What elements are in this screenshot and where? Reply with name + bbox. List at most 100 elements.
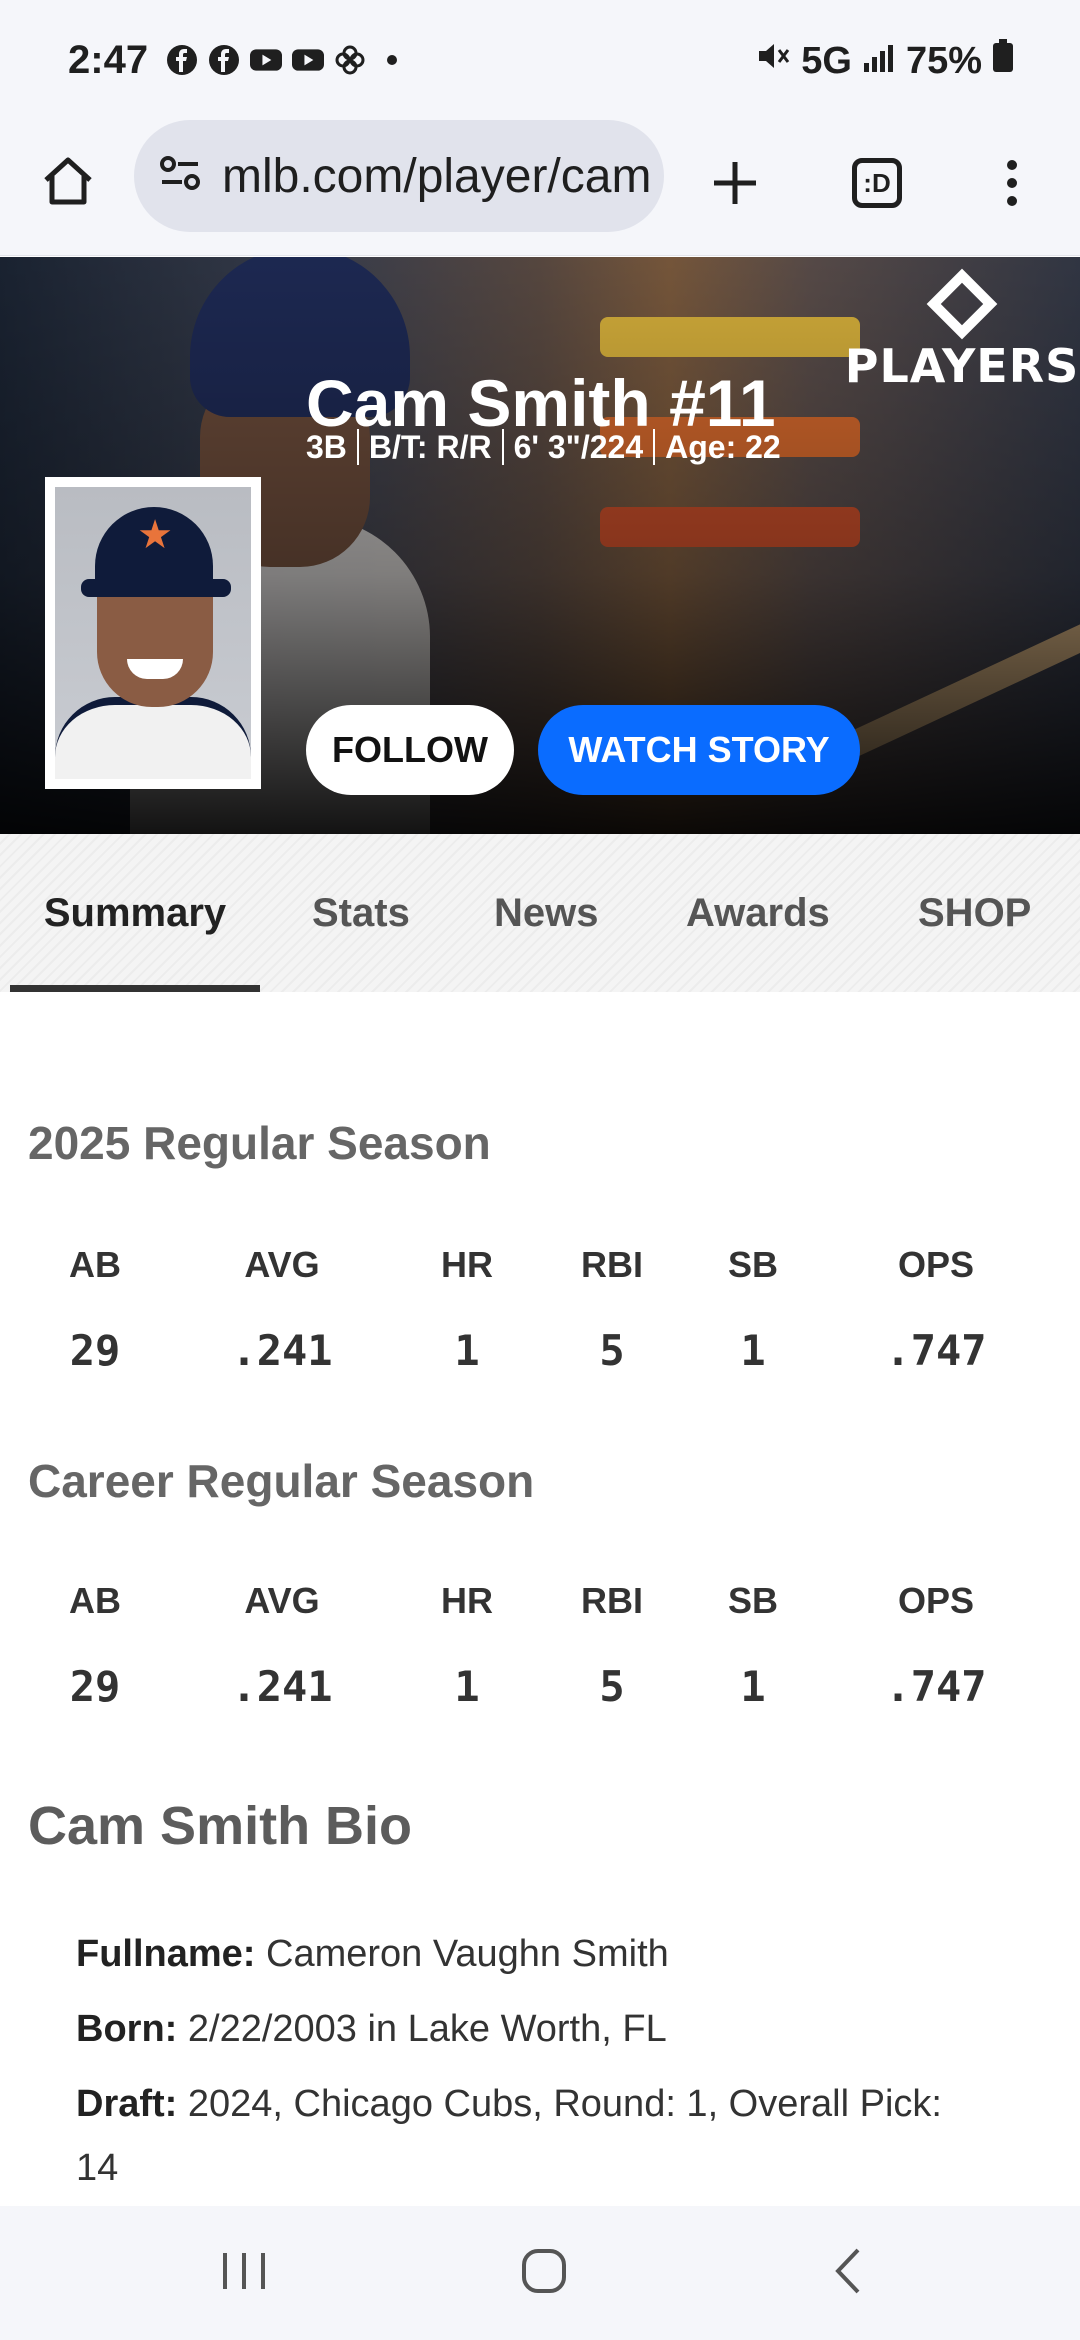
stat-value: 5 <box>599 1662 625 1711</box>
season-stats-table: AB AVG HR RBI SB OPS 29 .241 1 5 1 .747 <box>0 1244 1080 1386</box>
recent-apps-button[interactable] <box>204 2236 284 2306</box>
system-nav-bar <box>0 2206 1080 2340</box>
player-headshot: ★ <box>45 477 261 789</box>
tab-label: Stats <box>312 890 410 935</box>
signal-icon <box>862 40 896 83</box>
stat-value: 1 <box>454 1326 480 1375</box>
home-circle-icon <box>522 2249 566 2293</box>
season-stats-title: 2025 Regular Season <box>28 1117 491 1169</box>
stat-value: .747 <box>885 1326 987 1375</box>
more-vert-icon <box>1007 160 1017 206</box>
bio-label: Fullname: <box>76 1933 256 1975</box>
home-nav-button[interactable] <box>504 2236 584 2306</box>
site-settings-icon[interactable] <box>158 152 202 201</box>
tab-label: Summary <box>43 890 227 935</box>
bio-born: Born: 2/22/2003 in Lake Worth, FL <box>76 1997 976 2061</box>
battery-icon <box>992 39 1014 83</box>
col-header: AB <box>69 1580 121 1621</box>
bio-fullname: Fullname: Cameron Vaughn Smith <box>76 1922 976 1986</box>
plus-icon <box>714 162 756 204</box>
bio-title: Cam Smith Bio <box>28 1796 413 1856</box>
stat-value: 1 <box>454 1662 480 1711</box>
logo-text: PLAYERS <box>844 339 1080 393</box>
player-tabs: Summary Stats News Awards SHOP <box>0 834 1080 992</box>
youtube-icon <box>292 44 324 76</box>
watch-story-button[interactable]: WATCH STORY <box>538 705 860 795</box>
col-header: AB <box>69 1244 121 1285</box>
network-label: 5G <box>801 39 852 82</box>
stats-value-row: 29 .241 1 5 1 .747 <box>0 1326 1080 1386</box>
active-tab-indicator <box>10 985 260 992</box>
notification-icons <box>166 44 408 76</box>
star-icon: ★ <box>137 513 173 557</box>
age: Age: 22 <box>653 429 791 465</box>
player-meta: 3B B/T: R/R 6' 3"/224 Age: 22 <box>306 429 791 465</box>
stat-value: 29 <box>69 1326 121 1375</box>
player-hero: PLAYERS ★ Cam Smith #11 3B B/T: R/R 6' 3… <box>0 257 1080 834</box>
status-right: 5G 75% <box>755 38 1014 84</box>
diamond-icon <box>926 268 998 340</box>
facebook-icon <box>166 44 198 76</box>
mlb-players-logo: PLAYERS <box>845 265 1078 393</box>
col-header: HR <box>441 1244 493 1285</box>
height-weight: 6' 3"/224 <box>501 429 654 465</box>
col-header: SB <box>727 1580 779 1621</box>
tab-switcher-button[interactable]: :D <box>842 148 912 218</box>
follow-button[interactable]: FOLLOW <box>306 705 514 795</box>
tab-label: SHOP <box>918 890 1032 935</box>
tab-summary[interactable]: Summary <box>10 834 260 992</box>
url-text: mlb.com/player/cam <box>222 149 652 203</box>
mute-icon <box>755 38 791 84</box>
col-header: AVG <box>244 1244 320 1285</box>
pinwheel-icon <box>334 44 366 76</box>
youtube-icon <box>250 44 282 76</box>
battery-label: 75% <box>905 39 982 82</box>
tab-awards[interactable]: Awards <box>686 834 830 992</box>
facebook-icon <box>208 44 240 76</box>
browser-menu-button[interactable] <box>984 148 1040 218</box>
stat-value: .241 <box>231 1326 333 1375</box>
dot-icon <box>376 44 408 76</box>
stat-value: 1 <box>740 1326 766 1375</box>
tab-label: News <box>494 890 599 935</box>
stat-value: .747 <box>885 1662 987 1711</box>
stat-value: .241 <box>231 1662 333 1711</box>
career-stats-table: AB AVG HR RBI SB OPS 29 .241 1 5 1 .747 <box>0 1580 1080 1722</box>
stats-header-row: AB AVG HR RBI SB OPS <box>0 1580 1080 1640</box>
home-button[interactable] <box>34 148 102 216</box>
tab-label: Awards <box>686 890 830 935</box>
recents-icon <box>223 2253 265 2289</box>
stat-value: 1 <box>740 1662 766 1711</box>
bio-value: 2024, Chicago Cubs, Round: 1, Overall Pi… <box>76 2083 942 2189</box>
status-time: 2:47 <box>68 38 149 82</box>
stats-header-row: AB AVG HR RBI SB OPS <box>0 1244 1080 1304</box>
position: 3B <box>306 429 347 465</box>
home-icon <box>44 157 92 205</box>
tab-news[interactable]: News <box>494 834 599 992</box>
new-tab-button[interactable] <box>700 148 770 218</box>
status-bar: 2:47 5G 75% <box>0 0 1080 120</box>
tab-shop[interactable]: SHOP <box>918 834 1031 992</box>
stat-value: 29 <box>69 1662 121 1711</box>
url-bar[interactable]: mlb.com/player/cam <box>134 120 664 232</box>
col-header: RBI <box>581 1580 643 1621</box>
stats-value-row: 29 .241 1 5 1 .747 <box>0 1662 1080 1722</box>
browser-toolbar: mlb.com/player/cam :D <box>0 120 1080 256</box>
back-icon <box>835 2248 860 2294</box>
col-header: AVG <box>244 1580 320 1621</box>
tab-switcher-icon: :D <box>852 158 902 208</box>
bio-label: Born: <box>76 2008 178 2050</box>
col-header: SB <box>727 1244 779 1285</box>
bio-value: 2/22/2003 in Lake Worth, FL <box>187 2008 667 2050</box>
tab-stats[interactable]: Stats <box>312 834 410 992</box>
bio-value: Cameron Vaughn Smith <box>266 1933 669 1975</box>
career-stats-title: Career Regular Season <box>28 1455 535 1507</box>
bats-throws: B/T: R/R <box>356 429 502 465</box>
back-button[interactable] <box>808 2236 888 2306</box>
col-header: HR <box>441 1580 493 1621</box>
col-header: OPS <box>897 1580 975 1621</box>
bio-label: Draft: <box>76 2083 178 2125</box>
stat-value: 5 <box>599 1326 625 1375</box>
bio-draft: Draft: 2024, Chicago Cubs, Round: 1, Ove… <box>76 2072 976 2200</box>
col-header: RBI <box>581 1244 643 1285</box>
